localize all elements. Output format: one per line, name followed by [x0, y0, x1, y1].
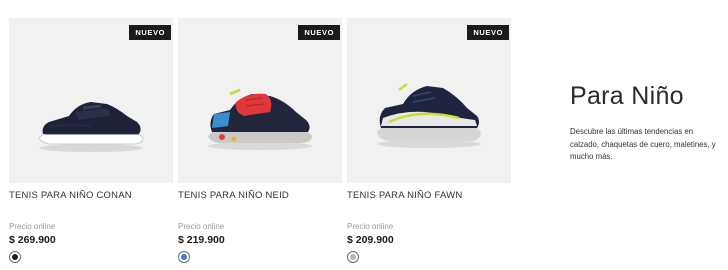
new-badge: NUEVO	[298, 25, 340, 40]
new-badge: NUEVO	[467, 25, 509, 40]
color-swatch[interactable]	[347, 251, 359, 263]
product-title[interactable]: TENIS PARA NIÑO FAWN	[347, 190, 511, 201]
navy-lime-sneaker-image	[377, 83, 481, 148]
red-blue-sneaker-image	[208, 88, 312, 150]
category-title: Para Niño	[570, 82, 684, 110]
product-card-conan[interactable]: NUEVO TENIS PARA NIÑO CONAN Precio onlin…	[9, 18, 173, 263]
product-card-neid[interactable]: NUEVO TENIS PARA NIÑO NEID Precio online…	[178, 18, 342, 263]
new-badge: NUEVO	[129, 25, 171, 40]
product-price: $ 269.900	[9, 234, 56, 246]
product-price: $ 209.900	[347, 234, 394, 246]
color-swatch[interactable]	[178, 251, 190, 263]
product-image-container[interactable]: NUEVO	[178, 18, 342, 183]
product-image-container[interactable]: NUEVO	[347, 18, 511, 183]
category-description: Descubre las últimas tendencias en calza…	[570, 127, 716, 161]
price-label: Precio online	[178, 222, 225, 231]
product-image-container[interactable]: NUEVO	[9, 18, 173, 183]
price-label: Precio online	[347, 222, 394, 231]
color-swatch[interactable]	[9, 251, 21, 263]
navy-sneaker-image	[38, 102, 144, 152]
product-price: $ 219.900	[178, 234, 225, 246]
price-label: Precio online	[9, 222, 56, 231]
product-title[interactable]: TENIS PARA NIÑO NEID	[178, 190, 342, 201]
category-promo: Para Niño Descubre las últimas tendencia…	[570, 82, 720, 164]
product-page: NUEVO TENIS PARA NIÑO CONAN Precio onlin…	[0, 0, 728, 270]
product-card-fawn[interactable]: NUEVO TENIS PARA NIÑO FAWN Precio online…	[347, 18, 511, 263]
product-title[interactable]: TENIS PARA NIÑO CONAN	[9, 190, 173, 201]
